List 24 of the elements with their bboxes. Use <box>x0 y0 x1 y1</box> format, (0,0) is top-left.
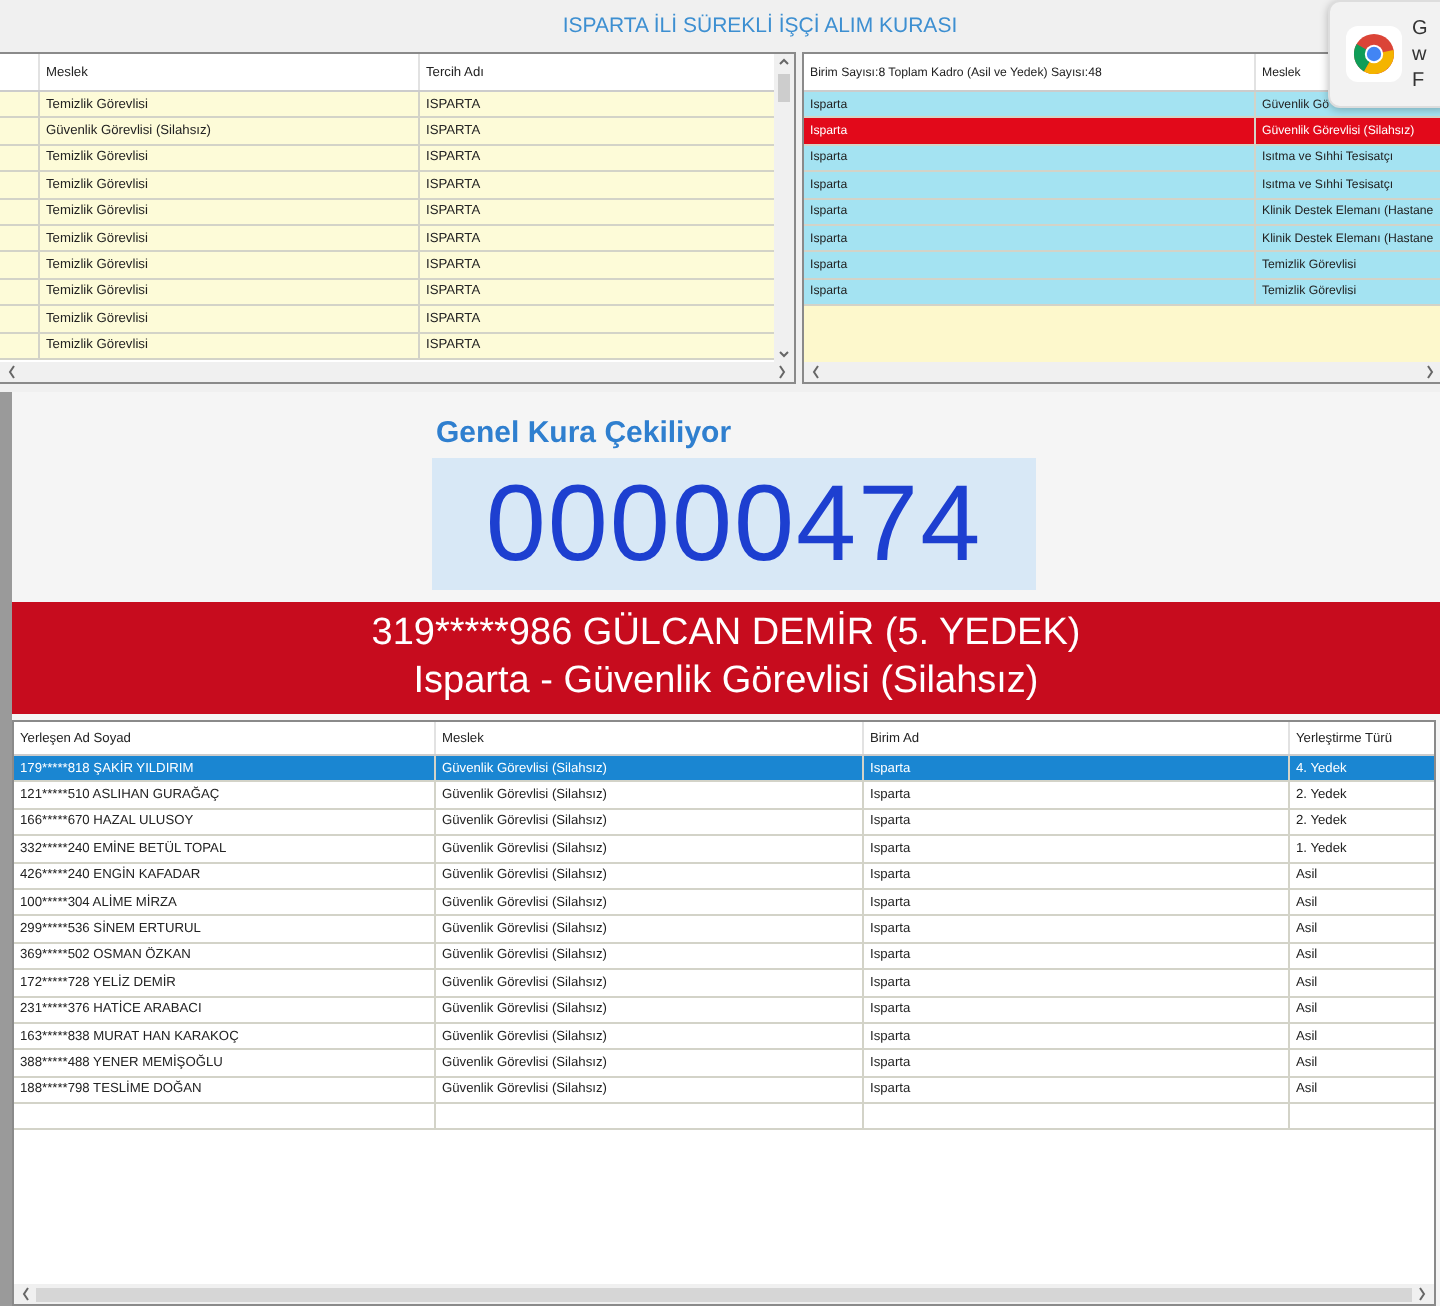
draw-heading: Genel Kura Çekiliyor <box>436 416 732 454</box>
scroll-thumb[interactable] <box>778 74 790 102</box>
caret-left-icon[interactable] <box>810 364 822 380</box>
result-text: 319*****986 GÜLCAN DEMİR (5. YEDEK) <box>371 610 1081 658</box>
caret-right-icon[interactable] <box>1424 364 1436 380</box>
notification-text: G <box>1412 15 1428 41</box>
caret-up-icon[interactable] <box>778 54 790 70</box>
notification-text: F <box>1412 67 1427 93</box>
horizontal-scrollbar[interactable] <box>0 362 794 382</box>
caret-right-icon[interactable] <box>776 364 788 380</box>
notification-text: w <box>1412 41 1428 67</box>
result-text: Isparta - Güvenlik Görevlisi (Silahsız) <box>413 658 1039 706</box>
app-icon <box>1346 26 1402 82</box>
window-title: ISPARTA İLİ SÜREKLİ İŞÇİ ALIM KURASI <box>562 13 958 37</box>
scroll-thumb[interactable] <box>36 1287 1412 1301</box>
caret-down-icon[interactable] <box>778 346 790 362</box>
caret-left-icon[interactable] <box>6 364 18 380</box>
draw-number: 00000474 <box>432 458 1036 590</box>
caret-right-icon[interactable] <box>1416 1286 1428 1302</box>
caret-left-icon[interactable] <box>20 1286 32 1302</box>
horizontal-scrollbar[interactable] <box>14 1284 1434 1304</box>
notification-toast[interactable]: G w F <box>1328 0 1440 108</box>
horizontal-scrollbar[interactable] <box>804 362 1440 382</box>
vertical-scrollbar[interactable] <box>774 54 794 362</box>
